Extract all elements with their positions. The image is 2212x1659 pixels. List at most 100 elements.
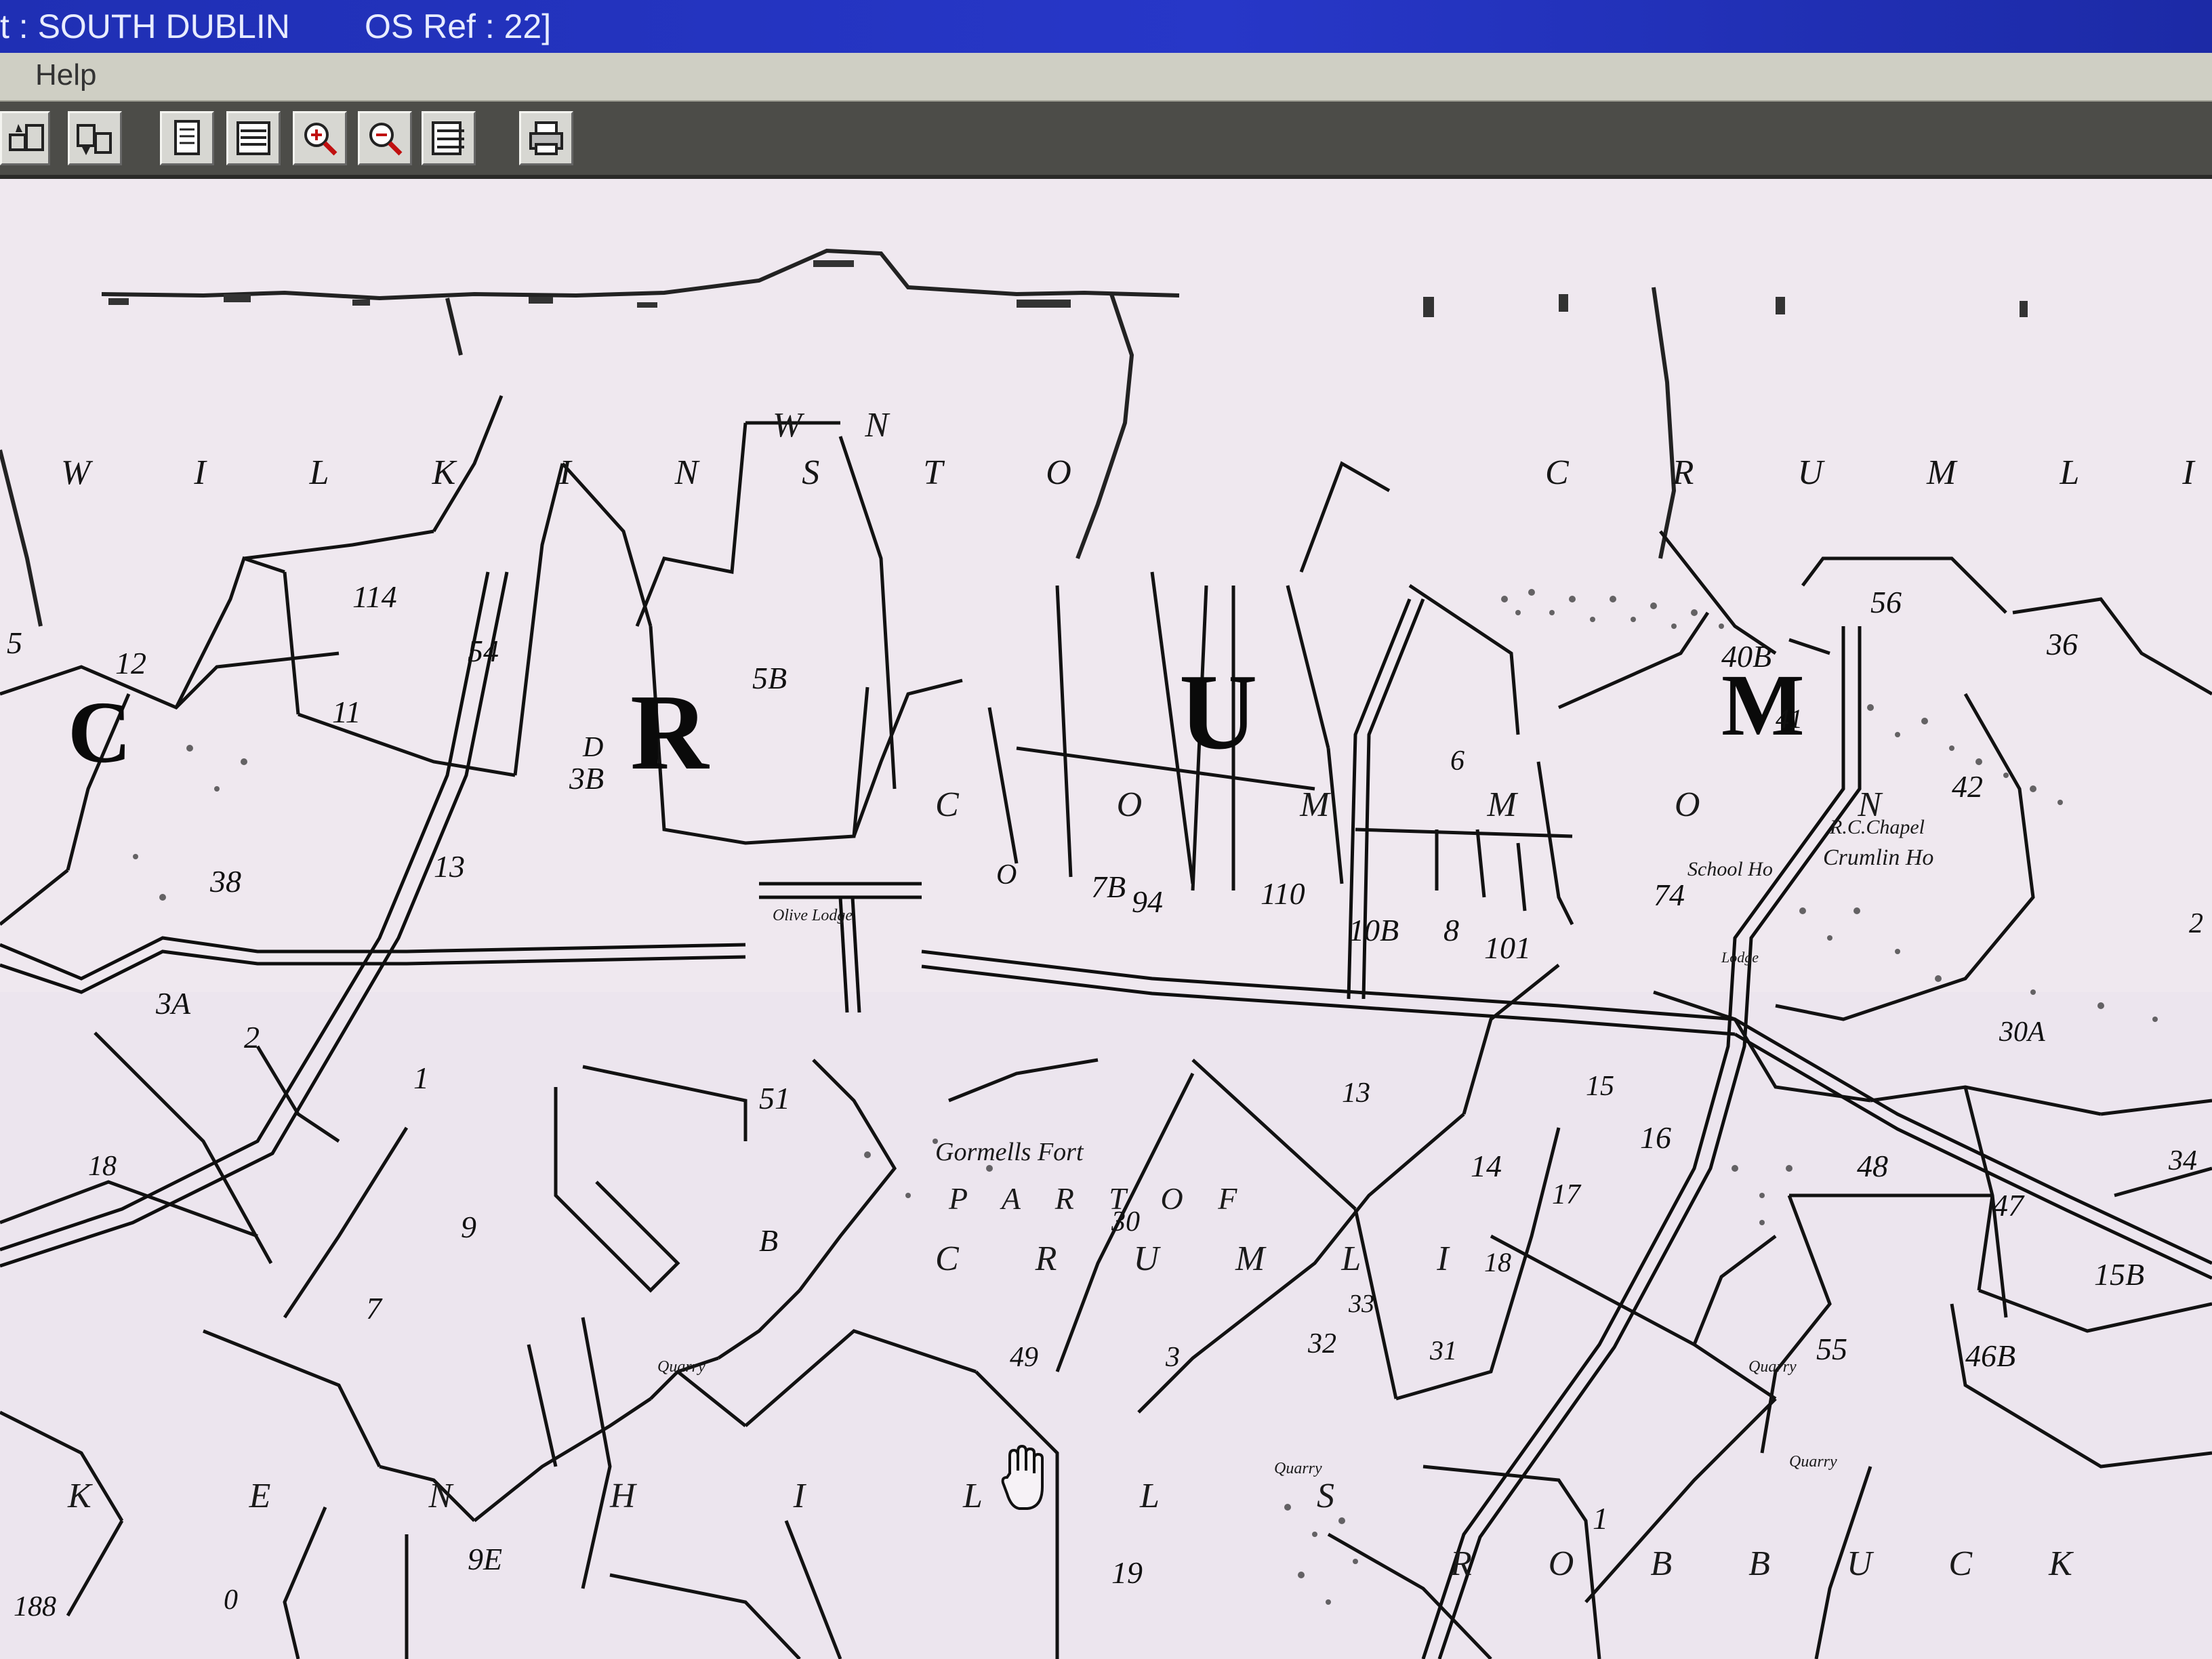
map-canvas[interactable]: W I L K I N S T O W N C R U M L I N R U … xyxy=(0,179,2212,1659)
parcel-number: 36 xyxy=(2046,627,2078,661)
parcel-number: 6 xyxy=(1450,745,1465,777)
print-icon xyxy=(529,121,563,155)
layer-down-icon xyxy=(77,124,112,155)
parcel-number: 0 xyxy=(224,1584,238,1616)
place-quarry-3: Quarry xyxy=(1789,1453,1837,1471)
parcel-number: 18 xyxy=(88,1151,117,1182)
parcel-number: O xyxy=(996,859,1017,890)
townland-kenhills: K E N H I L L S xyxy=(67,1477,1409,1515)
place-quarry-1: Quarry xyxy=(657,1358,705,1376)
layer-up-button[interactable] xyxy=(0,111,50,165)
parcel-number: 30 xyxy=(1111,1206,1140,1237)
parcel-number: 110 xyxy=(1261,876,1305,911)
parcel-number: 46B xyxy=(1965,1338,2015,1373)
place-gormells-fort: Gormells Fort xyxy=(935,1138,1084,1166)
parcel-number: 74 xyxy=(1654,878,1685,912)
parcel-number: 15B xyxy=(2094,1257,2144,1292)
parcel-number: 31 xyxy=(1429,1335,1457,1366)
parcel-number: 101 xyxy=(1484,930,1531,965)
parcel-number: 19 xyxy=(1111,1555,1143,1590)
parcel-number: 38 xyxy=(209,864,241,899)
menu-help[interactable]: Help xyxy=(35,58,97,92)
parcel-number: 42 xyxy=(1952,769,1983,804)
townland-crumlin-part: C R U M L I xyxy=(935,1240,1483,1278)
title-os-ref: OS Ref : 22] xyxy=(365,7,552,45)
print-button[interactable] xyxy=(519,111,573,165)
parcel-number: 16 xyxy=(1640,1120,1671,1155)
page-icon xyxy=(174,120,200,155)
parcel-number: 48 xyxy=(1857,1149,1888,1183)
parcel-number: 41 xyxy=(1776,703,1803,734)
parcel-number: 7B xyxy=(1091,869,1126,904)
parcel-number: 18 xyxy=(1484,1247,1511,1277)
parcel-number: 10B xyxy=(1349,913,1399,947)
parcel-number: 5 xyxy=(7,626,22,660)
parcel-number: 5B xyxy=(752,661,787,695)
parcel-number: 30A xyxy=(1999,1017,2045,1048)
parcel-number: 2 xyxy=(244,1020,260,1054)
parcel-number: 1 xyxy=(413,1061,429,1095)
list-button[interactable] xyxy=(422,111,476,165)
parcel-number: 34 xyxy=(2168,1145,2197,1176)
parcel-number: B xyxy=(759,1223,778,1258)
layer-up-icon xyxy=(9,124,44,151)
place-crumlin-ho: Crumlin Ho xyxy=(1823,845,1933,870)
parcel-number: 32 xyxy=(1307,1328,1336,1359)
page-button[interactable] xyxy=(160,111,214,165)
zoom-out-icon xyxy=(369,123,403,156)
title-bar[interactable]: t : SOUTH DUBLIN OS Ref : 22] xyxy=(0,0,2212,53)
parcel-number: 13 xyxy=(434,849,465,884)
page-lines-icon xyxy=(237,121,270,155)
place-quarry-2: Quarry xyxy=(1748,1358,1797,1376)
crumlin-big-u: U xyxy=(1179,651,1258,772)
parcel-number: 14 xyxy=(1471,1149,1502,1183)
list-icon xyxy=(432,121,464,155)
place-quarry-4: Quarry xyxy=(1274,1460,1322,1477)
parcel-number: 3 xyxy=(1165,1342,1180,1373)
parcel-number: 11 xyxy=(332,695,361,729)
toolbar xyxy=(0,102,2212,179)
crumlin-big-r: R xyxy=(630,672,710,792)
parcel-number: 55 xyxy=(1816,1332,1847,1366)
place-olive-lodge: Olive Lodge xyxy=(773,907,853,924)
parcel-number: 33 xyxy=(1348,1290,1374,1318)
parcel-number: 8 xyxy=(1443,913,1459,947)
townland-wilkinstown-end: W N xyxy=(773,406,916,445)
townland-robbuck: R O B B U C K xyxy=(1450,1544,2106,1583)
place-rc-chapel: R.C.Chapel xyxy=(1829,816,1925,838)
page-lines-button[interactable] xyxy=(226,111,281,165)
part-of-label: P A R T O F xyxy=(948,1181,1250,1216)
hand-pan-cursor-icon xyxy=(1001,1444,1044,1510)
parcel-number: 1 xyxy=(1593,1501,1608,1536)
os-map-sheet: W I L K I N S T O W N C R U M L I N R U … xyxy=(0,179,2212,1659)
parcel-number: 94 xyxy=(1132,884,1163,919)
townland-common: C O M M O N xyxy=(935,785,1956,824)
parcel-number: D xyxy=(582,732,603,763)
parcel-number: 47 xyxy=(1992,1188,2025,1223)
parcel-number: 56 xyxy=(1870,585,1902,619)
parcel-number: 9 xyxy=(461,1210,476,1244)
place-lodge: Lodge xyxy=(1721,949,1759,966)
townland-crumlin-top: C R U M L I N xyxy=(1545,453,2212,492)
parcel-number: 15 xyxy=(1586,1071,1614,1102)
parcel-number: 40B xyxy=(1721,639,1771,674)
parcel-number: 2 xyxy=(2189,908,2203,939)
layer-down-button[interactable] xyxy=(68,111,122,165)
parcel-number: 13 xyxy=(1342,1078,1370,1109)
title-county: t : SOUTH DUBLIN xyxy=(0,7,290,45)
parcel-number: 17 xyxy=(1552,1179,1582,1210)
place-school: School Ho xyxy=(1687,858,1773,880)
parcel-number: 51 xyxy=(759,1081,790,1115)
zoom-out-button[interactable] xyxy=(358,111,412,165)
zoom-in-icon xyxy=(304,123,337,156)
zoom-in-button[interactable] xyxy=(293,111,347,165)
parcel-number: 9E xyxy=(468,1542,502,1576)
parcel-number: 49 xyxy=(1010,1342,1038,1373)
parcel-number: 114 xyxy=(352,579,397,614)
parcel-number: 54 xyxy=(468,634,499,668)
parcel-number: 188 xyxy=(14,1591,56,1622)
parcel-number: 3B xyxy=(569,761,604,796)
parcel-number: 3A xyxy=(155,986,191,1021)
townland-wilkinstown: W I L K I N S T O xyxy=(61,453,1119,492)
menu-bar: Help xyxy=(0,53,2212,102)
